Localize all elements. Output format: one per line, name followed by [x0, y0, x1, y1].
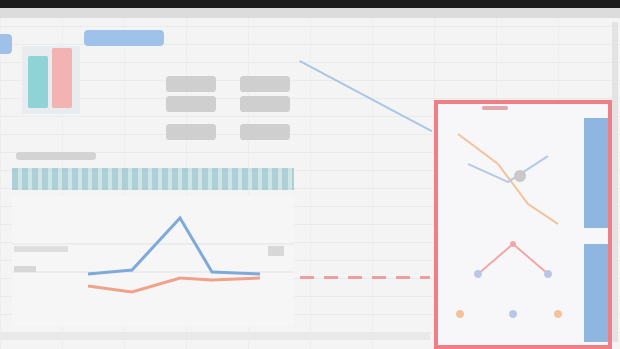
highlighted-preview-panel[interactable] — [434, 100, 612, 349]
sheet-tabs-bar[interactable] — [0, 332, 430, 340]
diagram-node — [514, 170, 526, 182]
summary-cell[interactable] — [166, 96, 216, 112]
diagram-node — [509, 310, 517, 318]
diagram-node — [510, 241, 516, 247]
diagram-node — [554, 310, 562, 318]
y-axis-label — [14, 266, 36, 272]
diagram-node — [456, 310, 464, 318]
series-label — [14, 246, 68, 252]
summary-cell[interactable] — [240, 96, 290, 112]
legend-swatch — [268, 246, 284, 256]
summary-cell[interactable] — [166, 124, 216, 140]
spreadsheet-canvas — [0, 8, 620, 349]
mini-bar-pink — [52, 48, 72, 108]
summary-cell[interactable] — [240, 124, 290, 140]
diagram-preview-icon — [456, 133, 562, 318]
chart-caption — [16, 152, 96, 160]
top-toolbar-strip — [0, 8, 620, 18]
chart-background — [12, 196, 294, 326]
diagram-node — [544, 270, 552, 278]
mini-bar-chart[interactable] — [22, 46, 80, 114]
vertical-scrollbar[interactable] — [612, 22, 618, 342]
diagram-edge — [457, 133, 559, 225]
mini-bar-teal — [28, 56, 48, 108]
summary-cell[interactable] — [240, 76, 290, 92]
diagram-edge — [477, 242, 549, 275]
connector-line — [299, 60, 433, 133]
selected-range-indicator[interactable] — [84, 30, 164, 46]
line-chart[interactable] — [12, 196, 294, 326]
diagram-node — [474, 270, 482, 278]
dashed-connector — [300, 276, 430, 279]
sheet-tab-handle[interactable] — [0, 34, 12, 54]
timeline-band[interactable] — [12, 168, 294, 190]
summary-cell[interactable] — [166, 76, 216, 92]
